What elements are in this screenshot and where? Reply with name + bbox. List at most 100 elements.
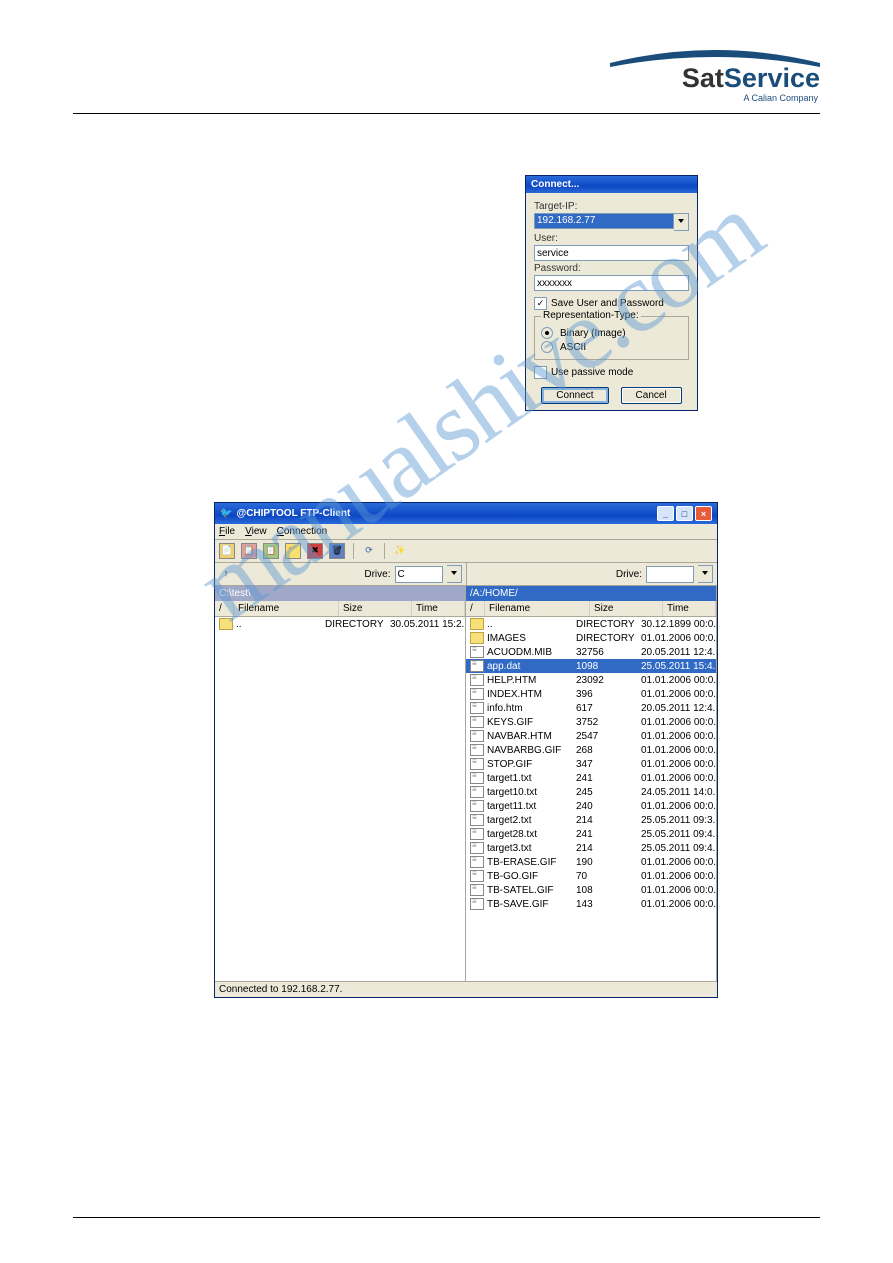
file-icon — [470, 660, 484, 672]
list-item[interactable]: TB-ERASE.GIF19001.01.2006 00:0.. — [466, 855, 716, 869]
file-icon — [470, 898, 484, 910]
cancel-button[interactable]: Cancel — [621, 387, 682, 404]
target-ip-input[interactable]: 192.168.2.77 — [534, 213, 674, 229]
passive-checkbox[interactable] — [534, 366, 547, 379]
app-icon: 🐦 — [220, 508, 232, 519]
maximize-button[interactable]: □ — [676, 506, 693, 521]
file-icon — [470, 688, 484, 700]
file-icon — [470, 730, 484, 742]
toolbar-icon-6[interactable]: 🗑 — [329, 543, 345, 559]
list-item[interactable]: target2.txt21425.05.2011 09:3.. — [466, 813, 716, 827]
toolbar-icon-5[interactable]: ✖ — [307, 543, 323, 559]
list-item[interactable]: KEYS.GIF375201.01.2006 00:0.. — [466, 715, 716, 729]
status-bar: Connected to 192.168.2.77. — [215, 981, 717, 997]
drive-dropdown-left[interactable] — [447, 565, 462, 583]
file-icon — [470, 786, 484, 798]
list-item[interactable]: target1.txt24101.01.2006 00:0.. — [466, 771, 716, 785]
drive-label-left: Drive: — [364, 569, 390, 580]
toolbar-icon-3[interactable]: 📋 — [263, 543, 279, 559]
file-icon — [470, 828, 484, 840]
ftp-titlebar[interactable]: 🐦 @CHIPTOOL FTP-Client _ □ × — [215, 503, 717, 524]
drive-dropdown-right[interactable] — [698, 565, 713, 583]
minimize-button[interactable]: _ — [657, 506, 674, 521]
target-ip-dropdown[interactable] — [674, 213, 689, 231]
file-icon — [470, 744, 484, 756]
size-header-r[interactable]: Size — [590, 601, 663, 616]
header-rule — [73, 113, 820, 114]
file-icon — [470, 758, 484, 770]
file-icon — [470, 870, 484, 882]
list-item[interactable]: target28.txt24125.05.2011 09:4.. — [466, 827, 716, 841]
list-item[interactable]: STOP.GIF34701.01.2006 00:0.. — [466, 757, 716, 771]
save-checkbox[interactable]: ✓ — [534, 297, 547, 310]
ascii-label: ASCII — [560, 342, 586, 353]
password-input[interactable] — [534, 275, 689, 291]
refresh-icon[interactable]: ⟳ — [362, 544, 376, 558]
connect-title[interactable]: Connect... — [526, 176, 697, 193]
user-input[interactable] — [534, 245, 689, 261]
ftp-client-window: 🐦 @CHIPTOOL FTP-Client _ □ × File View C… — [214, 502, 718, 998]
sort-header-r[interactable]: / — [466, 601, 485, 616]
logo: SatService A Calian Company — [73, 45, 820, 105]
list-item[interactable]: ACUODM.MIB3275620.05.2011 12:4.. — [466, 645, 716, 659]
file-icon — [470, 800, 484, 812]
file-icon — [470, 716, 484, 728]
file-icon — [470, 772, 484, 784]
toolbar-icon-1[interactable]: 📄 — [219, 543, 235, 559]
menu-view[interactable]: View — [245, 526, 267, 537]
wand-icon[interactable]: ✨ — [393, 544, 407, 558]
path-left: C:\test\ — [215, 586, 466, 601]
list-item[interactable]: TB-GO.GIF7001.01.2006 00:0.. — [466, 869, 716, 883]
right-pane[interactable]: / Filename Size Time ..DIRECTORY30.12.18… — [466, 601, 717, 981]
file-icon — [470, 884, 484, 896]
list-item[interactable]: IMAGESDIRECTORY01.01.2006 00:0.. — [466, 631, 716, 645]
toolbar-icon-4[interactable]: 📁 — [285, 543, 301, 559]
sort-header[interactable]: / — [215, 601, 234, 616]
footer-rule — [73, 1217, 820, 1218]
path-right: /A:/HOME/ — [466, 586, 717, 601]
list-item[interactable]: TB-SATEL.GIF10801.01.2006 00:0.. — [466, 883, 716, 897]
binary-radio[interactable] — [541, 327, 553, 339]
list-item[interactable]: app.dat109825.05.2011 15:4.. — [466, 659, 716, 673]
list-item[interactable]: HELP.HTM2309201.01.2006 00:0.. — [466, 673, 716, 687]
time-header-r[interactable]: Time — [663, 601, 716, 616]
file-icon — [470, 814, 484, 826]
filename-header-r[interactable]: Filename — [485, 601, 590, 616]
passive-label: Use passive mode — [551, 367, 633, 378]
ascii-radio[interactable] — [541, 341, 553, 353]
folder-icon — [470, 618, 484, 630]
connect-dialog: Connect... Target-IP: 192.168.2.77 User:… — [525, 175, 698, 411]
up-icon-left[interactable]: ↑ — [219, 567, 233, 581]
file-icon — [470, 856, 484, 868]
list-item[interactable]: TB-SAVE.GIF14301.01.2006 00:0.. — [466, 897, 716, 911]
list-item[interactable]: NAVBARBG.GIF26801.01.2006 00:0.. — [466, 743, 716, 757]
filename-header[interactable]: Filename — [234, 601, 339, 616]
list-item[interactable]: ..DIRECTORY30.12.1899 00:0.. — [466, 617, 716, 631]
toolbar-icon-2[interactable]: 📋 — [241, 543, 257, 559]
list-item[interactable]: INDEX.HTM39601.01.2006 00:0.. — [466, 687, 716, 701]
file-icon — [470, 842, 484, 854]
size-header[interactable]: Size — [339, 601, 412, 616]
binary-label: Binary (Image) — [560, 328, 626, 339]
list-item[interactable]: target3.txt21425.05.2011 09:4.. — [466, 841, 716, 855]
drive-label-right: Drive: — [616, 569, 642, 580]
target-ip-label: Target-IP: — [534, 201, 689, 212]
user-label: User: — [534, 233, 689, 244]
list-item[interactable]: NAVBAR.HTM254701.01.2006 00:0.. — [466, 729, 716, 743]
file-icon — [470, 646, 484, 658]
file-icon — [470, 674, 484, 686]
drive-select-right[interactable] — [646, 566, 694, 583]
left-pane[interactable]: / Filename Size Time ..DIRECTORY30.05.20… — [215, 601, 466, 981]
list-item[interactable]: target10.txt24524.05.2011 14:0.. — [466, 785, 716, 799]
drive-select-left[interactable]: C — [395, 566, 443, 583]
password-label: Password: — [534, 263, 689, 274]
menu-file[interactable]: File — [219, 526, 235, 537]
close-button[interactable]: × — [695, 506, 712, 521]
list-item[interactable]: target11.txt24001.01.2006 00:0.. — [466, 799, 716, 813]
menu-connection[interactable]: Connection — [277, 526, 328, 537]
list-item[interactable]: ..DIRECTORY30.05.2011 15:2.. — [215, 617, 465, 631]
folder-icon — [470, 632, 484, 644]
connect-button[interactable]: Connect — [541, 387, 608, 404]
time-header[interactable]: Time — [412, 601, 465, 616]
list-item[interactable]: info.htm61720.05.2011 12:4.. — [466, 701, 716, 715]
